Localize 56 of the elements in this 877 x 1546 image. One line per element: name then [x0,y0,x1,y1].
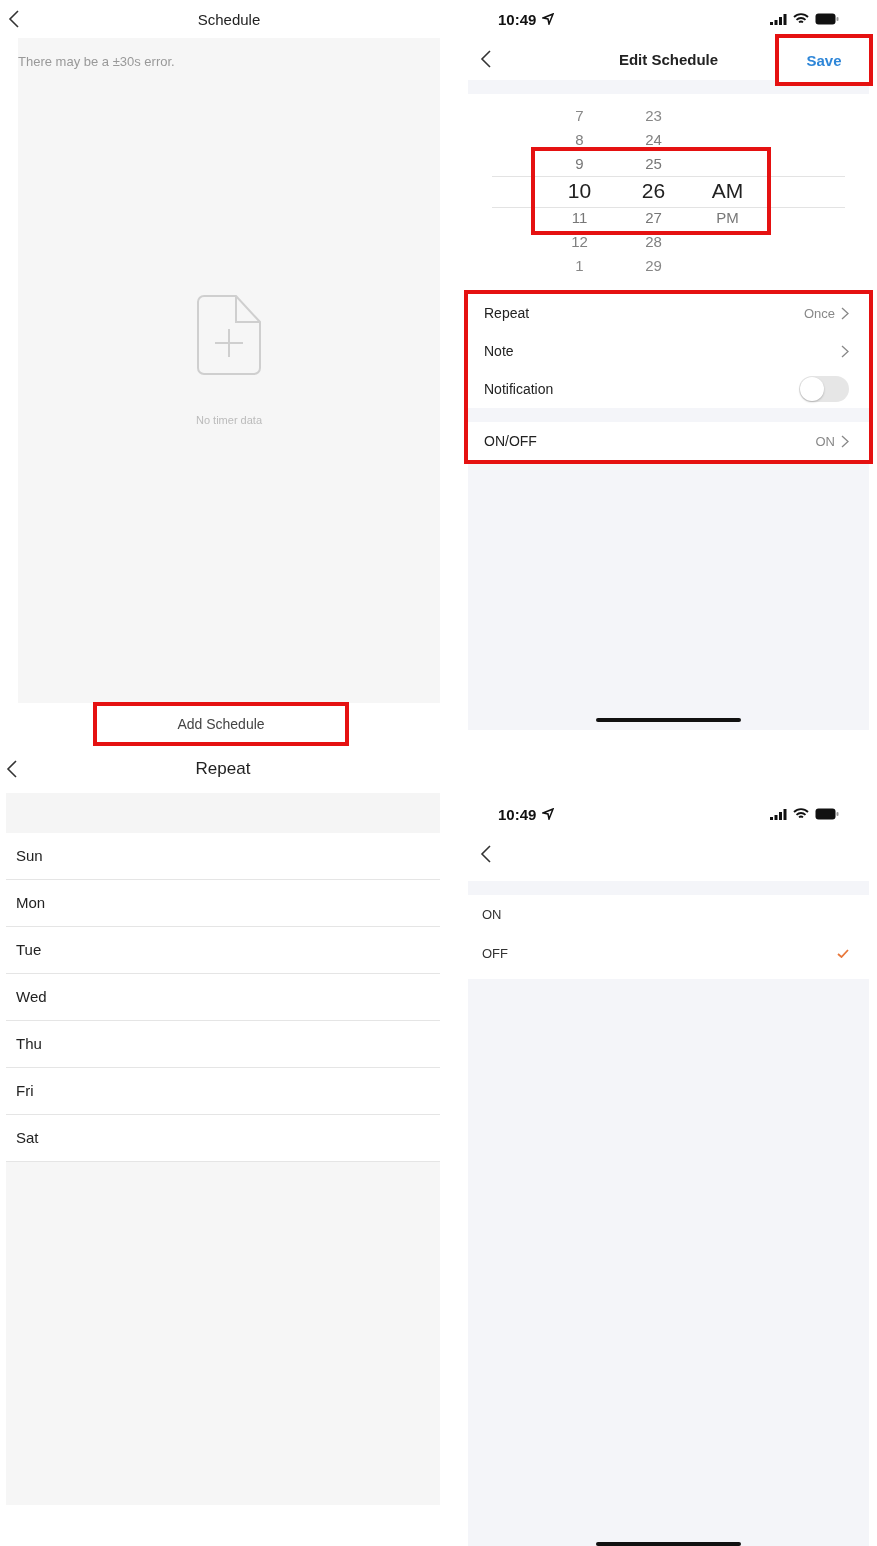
status-time: 10:49 [498,10,537,28]
picker-value[interactable]: 11 [571,206,588,230]
location-arrow-icon [542,808,555,820]
notification-toggle[interactable] [799,376,849,402]
setting-value: Once [803,305,835,321]
picker-value[interactable]: PM [716,206,739,230]
picker-value[interactable]: 24 [645,128,662,152]
picker-value[interactable]: 1 [575,254,584,278]
setting-label: ON/OFF [484,433,538,449]
location-arrow-icon [542,13,555,25]
screen-title: Edit Schedule [618,50,719,68]
picker-value[interactable]: 7 [575,104,584,128]
wifi-icon [793,13,809,25]
signal-icon [770,808,787,820]
picker-value[interactable]: 27 [645,206,662,230]
day-row[interactable]: Tue [6,927,440,974]
day-row[interactable]: Thu [6,1021,440,1068]
setting-label: Note [484,343,515,359]
day-row[interactable]: Wed [6,974,440,1021]
battery-icon [815,13,839,25]
wifi-icon [793,808,809,820]
back-icon[interactable] [480,49,492,69]
day-row[interactable]: Mon [6,880,440,927]
status-time: 10:49 [498,805,537,823]
picker-value[interactable]: 9 [575,152,584,176]
document-plus-icon [196,294,262,376]
back-icon[interactable] [8,9,20,29]
empty-text: No timer data [196,414,262,426]
screen-title: Repeat [195,759,251,779]
option-row[interactable]: OFF [468,934,869,973]
back-icon[interactable] [6,759,18,779]
day-row[interactable]: Fri [6,1068,440,1115]
screen-title: Schedule [197,10,261,28]
picker-value[interactable]: 28 [645,230,662,254]
picker-value[interactable]: 12 [571,230,588,254]
back-icon[interactable] [480,844,492,864]
picker-value[interactable]: 25 [645,152,662,176]
picker-value[interactable]: 26 [641,176,666,206]
picker-value[interactable]: 23 [645,104,662,128]
setting-label: Notification [484,381,555,397]
setting-value: ON [815,433,835,449]
day-row[interactable]: Sun [6,833,440,880]
picker-value[interactable]: 29 [645,254,662,278]
battery-icon [815,808,839,820]
picker-value[interactable]: AM [711,176,744,206]
chevron-right-icon[interactable] [841,306,849,320]
hint-text: There may be a ±30s error. [18,54,176,69]
signal-icon [770,13,787,25]
option-row[interactable]: ON [468,895,869,934]
setting-label: Repeat [484,305,531,321]
chevron-right-icon[interactable] [841,344,849,358]
option-label: OFF [482,946,509,961]
option-label: ON [482,907,503,922]
chevron-right-icon[interactable] [841,434,849,448]
picker-value[interactable]: 10 [567,176,592,206]
picker-value[interactable]: 8 [575,128,584,152]
